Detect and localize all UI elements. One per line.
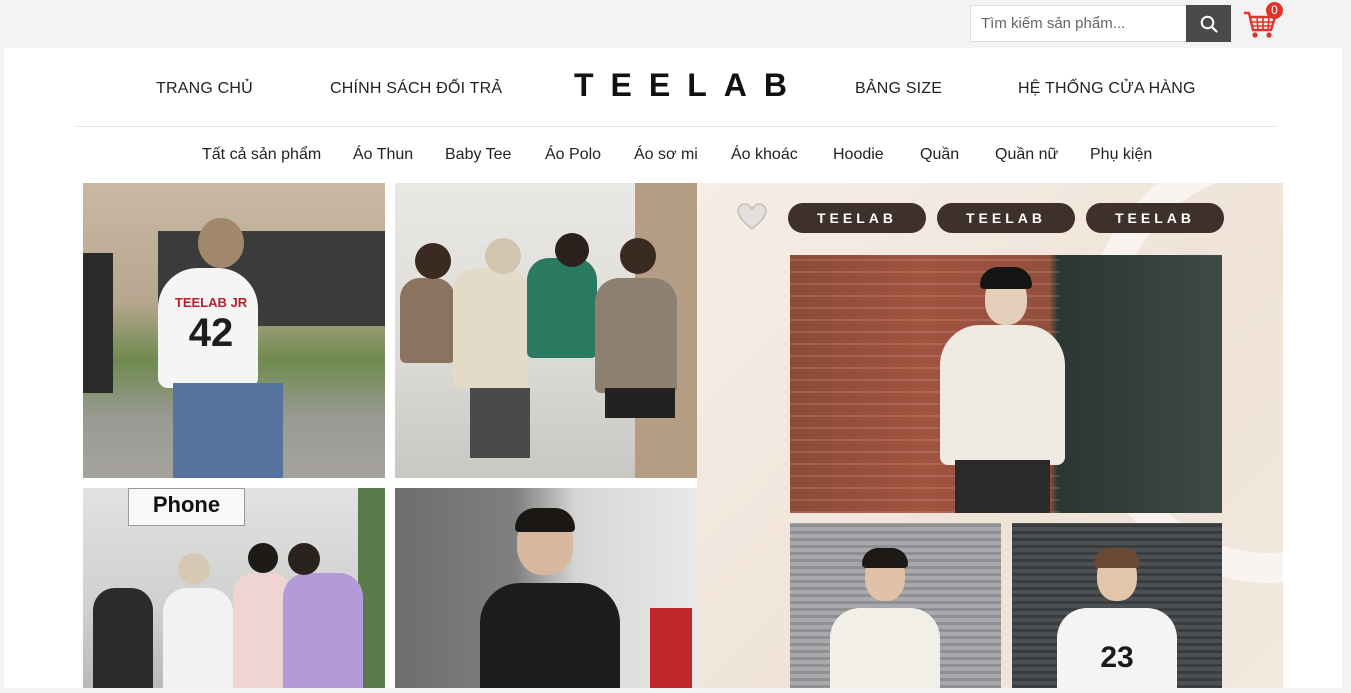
phone-sign-text: Phone bbox=[152, 492, 221, 517]
nav-he-thong-cua-hang[interactable]: HỆ THỐNG CỬA HÀNG bbox=[1018, 80, 1196, 98]
banner-pill-2: TEELAB bbox=[937, 203, 1075, 233]
category-quan[interactable]: Quần bbox=[920, 146, 959, 164]
category-all-products[interactable]: Tất cả sản phẩm bbox=[202, 146, 321, 164]
cart-button[interactable]: 0 bbox=[1243, 2, 1283, 42]
nav-chinh-sach-doi-tra[interactable]: CHÍNH SÁCH ĐỔI TRẢ bbox=[330, 80, 502, 98]
product-photo-hoodies-group[interactable] bbox=[395, 183, 697, 478]
promo-banner[interactable]: TEELAB TEELAB TEELAB 23 bbox=[697, 183, 1283, 688]
bottom-strip bbox=[0, 688, 1351, 693]
search-icon bbox=[1200, 15, 1218, 33]
banner-photo-bomber bbox=[790, 255, 1222, 513]
nav-trang-chu[interactable]: TRANG CHỦ bbox=[156, 80, 253, 98]
jersey-number-23-text: 23 bbox=[1100, 641, 1134, 674]
cart-count-badge: 0 bbox=[1266, 2, 1283, 19]
banner-pill-1: TEELAB bbox=[788, 203, 926, 233]
category-ao-polo[interactable]: Áo Polo bbox=[545, 146, 601, 164]
jersey-number-text: 42 bbox=[188, 311, 234, 355]
product-photo-phone-group[interactable]: Phone bbox=[83, 488, 385, 688]
banner-photo-jersey-23: 23 bbox=[1012, 523, 1222, 688]
product-photo-jersey-42[interactable]: TEELAB JR 42 bbox=[83, 183, 385, 478]
category-ao-khoac[interactable]: Áo khoác bbox=[731, 146, 798, 164]
category-hoodie[interactable]: Hoodie bbox=[833, 146, 884, 164]
category-ao-thun[interactable]: Áo Thun bbox=[353, 146, 413, 164]
category-ao-so-mi[interactable]: Áo sơ mi bbox=[634, 146, 698, 164]
site-logo[interactable]: TEELAB bbox=[574, 67, 804, 104]
category-baby-tee[interactable]: Baby Tee bbox=[445, 146, 511, 164]
search-box bbox=[970, 5, 1231, 42]
nav-bang-size[interactable]: BẢNG SIZE bbox=[855, 80, 942, 98]
banner-photo-tee-man bbox=[790, 523, 1001, 688]
scrollbar-track[interactable] bbox=[1343, 48, 1351, 688]
category-quan-nu[interactable]: Quần nữ bbox=[995, 146, 1058, 164]
heart-icon bbox=[737, 203, 767, 230]
product-photo-track-jacket[interactable] bbox=[395, 488, 697, 688]
jersey-brand-text: TEELAB JR bbox=[174, 295, 248, 310]
search-button[interactable] bbox=[1186, 5, 1231, 42]
nav-divider bbox=[76, 126, 1276, 127]
search-input[interactable] bbox=[971, 6, 1186, 41]
banner-pill-3: TEELAB bbox=[1086, 203, 1224, 233]
category-phu-kien[interactable]: Phụ kiện bbox=[1090, 146, 1152, 164]
